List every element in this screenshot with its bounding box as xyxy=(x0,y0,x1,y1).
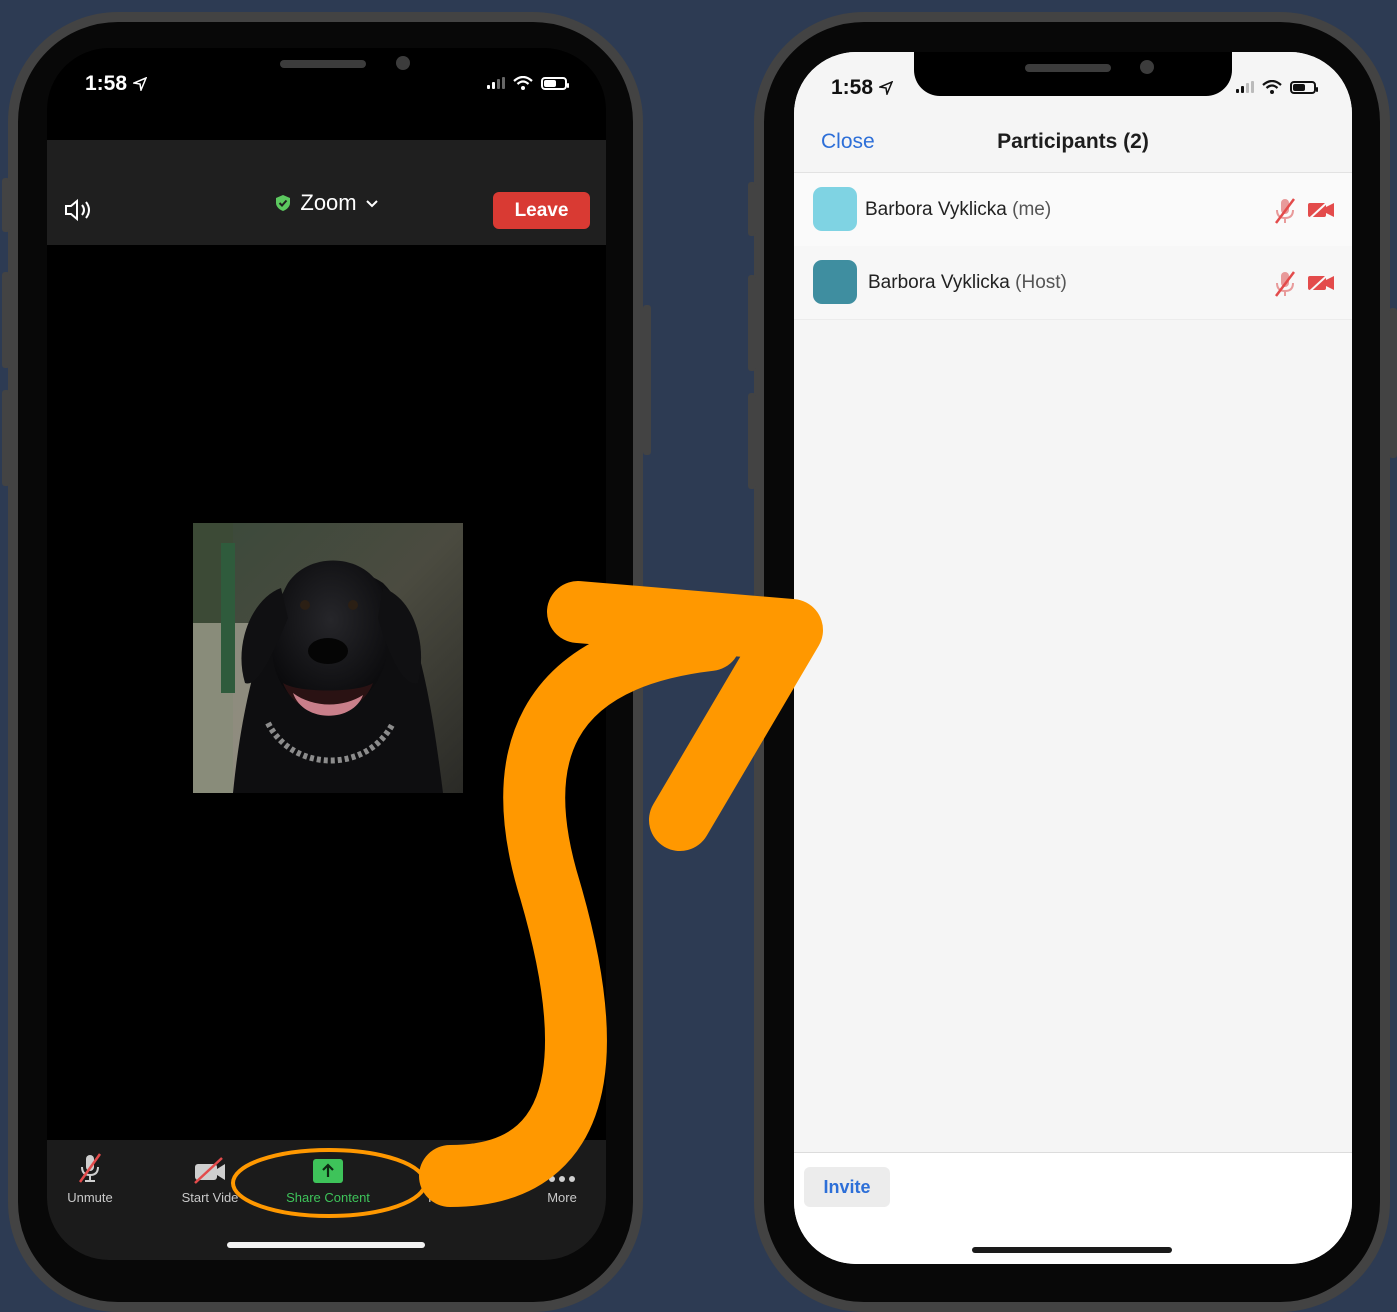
participant-video-tile[interactable] xyxy=(193,523,463,793)
notch xyxy=(168,48,485,92)
participants-title: Participants (2) xyxy=(997,130,1149,153)
share-arrow-up-icon xyxy=(313,1159,343,1183)
mute-switch xyxy=(748,182,756,236)
avatar xyxy=(813,187,857,231)
status-bar-icons xyxy=(487,76,569,90)
participant-name: Barbora Vyklicka (me) xyxy=(865,199,1052,220)
mute-switch xyxy=(2,178,10,232)
power-button xyxy=(643,305,651,455)
participants-button[interactable]: Part xyxy=(385,1152,495,1205)
signal-icon xyxy=(1236,81,1254,93)
microphone-muted-icon xyxy=(1275,198,1295,224)
home-indicator[interactable] xyxy=(227,1242,425,1248)
video-off-icon xyxy=(1307,197,1334,221)
status-bar-time: 1:58 xyxy=(85,72,148,96)
chevron-down-icon xyxy=(365,200,378,208)
meeting-toolbar: Unmute Start Vide Share Content Part Mor… xyxy=(47,1140,606,1260)
battery-icon xyxy=(541,76,569,90)
volume-down-button xyxy=(748,393,756,489)
location-arrow-icon xyxy=(131,77,148,94)
share-content-button[interactable]: Share Content xyxy=(273,1152,383,1205)
power-button xyxy=(1389,308,1397,458)
participant-row[interactable]: Barbora Vyklicka (Host) xyxy=(794,246,1352,320)
unmute-label: Unmute xyxy=(67,1190,113,1205)
shield-check-icon xyxy=(276,195,291,211)
dog-photo xyxy=(193,523,463,793)
microphone-muted-icon xyxy=(78,1153,102,1183)
home-indicator[interactable] xyxy=(972,1247,1172,1253)
more-label: More xyxy=(547,1190,577,1205)
meeting-title-text: Zoom xyxy=(300,190,357,215)
invite-button[interactable]: Invite xyxy=(804,1167,890,1207)
wifi-icon xyxy=(513,76,533,90)
participants-screen: Close Participants (2) 1:58 Barbora Vykl… xyxy=(794,52,1352,1264)
microphone-muted-icon xyxy=(1275,271,1295,297)
start-video-button[interactable]: Start Vide xyxy=(155,1152,265,1205)
participants-icon xyxy=(425,1159,447,1183)
battery-icon xyxy=(1290,80,1318,94)
signal-icon xyxy=(487,77,505,89)
participants-footer: Invite xyxy=(794,1152,1352,1264)
meeting-screen: 1:58 Zoom Leave Unmute Start Vide Share … xyxy=(47,48,606,1260)
unmute-button[interactable]: Unmute xyxy=(47,1152,145,1205)
volume-down-button xyxy=(2,390,10,486)
more-icon xyxy=(549,1176,575,1182)
participant-status-icons xyxy=(1274,270,1336,298)
volume-up-button xyxy=(748,275,756,371)
status-bar-icons xyxy=(1236,80,1318,94)
video-off-icon xyxy=(194,1157,225,1184)
meeting-top-bar: Zoom Leave xyxy=(47,140,606,245)
video-off-icon xyxy=(1307,270,1334,294)
start-video-label: Start Vide xyxy=(181,1190,239,1205)
more-button[interactable]: More xyxy=(507,1152,606,1205)
avatar xyxy=(813,260,857,304)
location-arrow-icon xyxy=(877,81,894,98)
volume-up-button xyxy=(2,272,10,368)
participant-row[interactable]: Barbora Vyklicka (me) xyxy=(794,173,1352,247)
notch xyxy=(914,52,1232,96)
status-bar-time: 1:58 xyxy=(831,76,894,100)
leave-button[interactable]: Leave xyxy=(493,192,590,229)
share-content-label: Share Content xyxy=(286,1190,370,1205)
wifi-icon xyxy=(1262,80,1282,94)
participants-label: Part xyxy=(428,1190,452,1205)
participant-status-icons xyxy=(1274,197,1336,225)
participant-name: Barbora Vyklicka (Host) xyxy=(868,272,1067,293)
